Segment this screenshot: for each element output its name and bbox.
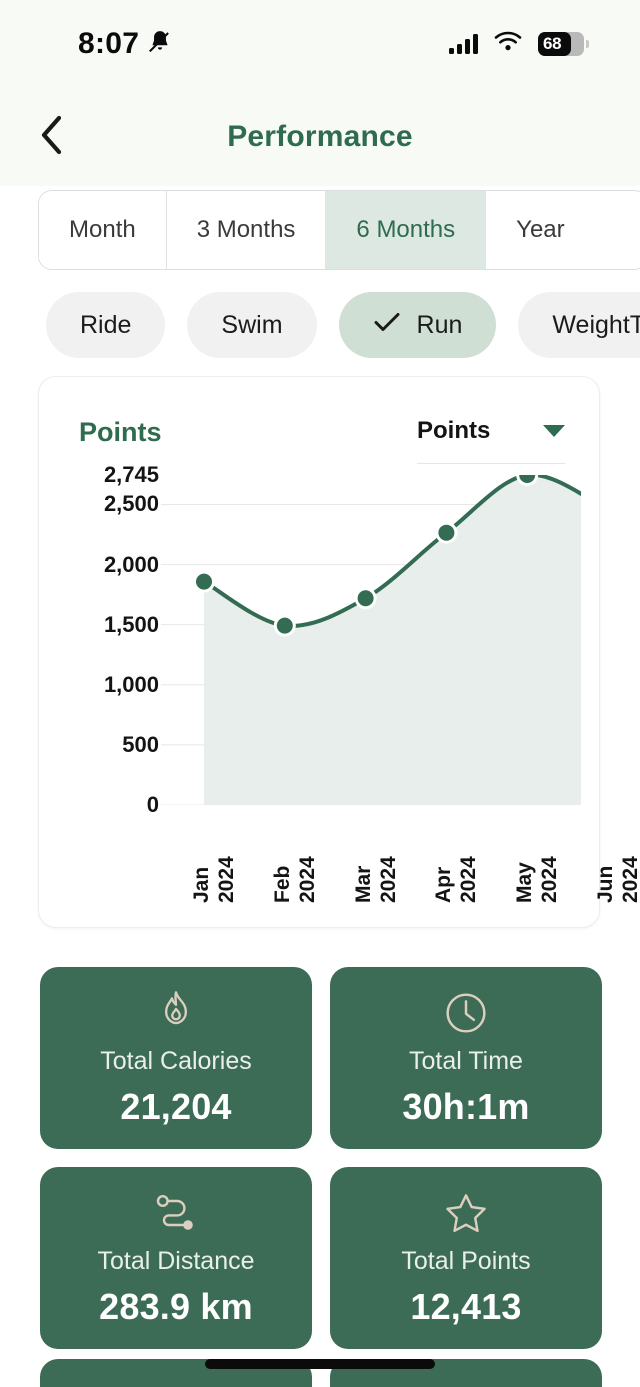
- stat-label: Total Calories: [100, 1046, 252, 1075]
- chart-canvas: [161, 464, 619, 810]
- stat-card-total-time[interactable]: Total Time 30h:1m: [330, 967, 602, 1149]
- y-axis-tick-label: 2,500: [103, 491, 159, 517]
- activity-chip-row: Ride Swim Run WeightTraini: [0, 292, 640, 358]
- stat-value: 30h:1m: [402, 1085, 530, 1127]
- data-point[interactable]: [196, 573, 212, 590]
- app-screen: 8:07 68 Performance Month 3 Months 6 Mon…: [0, 0, 640, 1387]
- route-icon: [152, 1189, 200, 1237]
- check-icon: [373, 311, 401, 340]
- chart-card-header: Points Points: [79, 417, 565, 464]
- chip-label: WeightTraini: [552, 310, 640, 339]
- period-tabs: Month 3 Months 6 Months Year: [0, 190, 640, 270]
- dropdown-underline: [417, 463, 565, 464]
- clock-icon: [444, 989, 488, 1037]
- chip-swim[interactable]: Swim: [187, 292, 317, 358]
- stat-card-total-calories[interactable]: Total Calories 21,204: [40, 967, 312, 1149]
- page-title: Performance: [227, 120, 413, 153]
- x-axis-tick-label: Jan 2024: [190, 856, 238, 903]
- y-axis-tick-label: 2,745: [103, 462, 159, 487]
- x-axis-tick-label: Feb 2024: [270, 856, 319, 903]
- tab-year[interactable]: Year: [486, 191, 595, 269]
- y-axis-tick-label: 2,000: [103, 551, 159, 577]
- y-axis-labels: 0 500 1,000 1,500 2,000 2,500 2,745: [39, 462, 159, 817]
- bell-slash-icon: [147, 29, 173, 60]
- tab-3-months[interactable]: 3 Months: [166, 191, 327, 269]
- stat-card-total-points[interactable]: Total Points 12,413: [330, 1167, 602, 1349]
- x-axis-tick-label: May 2024: [513, 856, 561, 903]
- stat-label: Total Time: [409, 1046, 523, 1075]
- status-bar-left: 8:07: [78, 27, 173, 61]
- metric-dropdown-value: Points: [417, 417, 491, 444]
- stat-value: 21,204: [120, 1085, 232, 1127]
- tab-month[interactable]: Month: [39, 191, 167, 269]
- y-axis-tick-label: 1,000: [103, 671, 159, 697]
- metric-dropdown[interactable]: Points: [417, 417, 565, 464]
- x-axis-labels: Jan 2024 Feb 2024 Mar 2024 Apr 2024 May 2024…: [161, 815, 640, 905]
- battery-icon: 68: [538, 32, 589, 56]
- home-indicator: [205, 1359, 435, 1369]
- status-bar-right: 68: [449, 31, 589, 57]
- nav-bar: Performance: [0, 88, 640, 186]
- stat-card-total-distance[interactable]: Total Distance 283.9 km: [40, 1167, 312, 1349]
- points-chart-card: Points Points 0 500 1,000 1,500 2,000 2,500 2,…: [38, 376, 640, 928]
- y-axis-tick-label: 500: [122, 731, 159, 757]
- stat-label: Total Distance: [97, 1246, 255, 1275]
- status-bar: 8:07 68: [0, 0, 640, 88]
- chip-label: Run: [416, 310, 463, 339]
- stat-value: 283.9 km: [99, 1285, 253, 1327]
- stat-label: Total Points: [401, 1246, 531, 1275]
- status-time: 8:07: [78, 27, 140, 60]
- x-axis-tick-label: Apr 2024: [432, 856, 481, 903]
- data-point[interactable]: [276, 617, 293, 634]
- data-point[interactable]: [357, 590, 374, 607]
- chart-title: Points: [79, 417, 162, 447]
- star-icon: [443, 1189, 489, 1237]
- stat-value: 12,413: [410, 1285, 522, 1327]
- x-axis-tick-label: Jun 2024: [594, 856, 640, 903]
- battery-percent: 68: [543, 34, 562, 53]
- chevron-left-icon: [38, 114, 66, 161]
- chip-ride[interactable]: Ride: [46, 292, 166, 358]
- tab-6-months[interactable]: 6 Months: [326, 191, 487, 269]
- chip-weighttraining[interactable]: WeightTraini: [518, 292, 640, 358]
- cellular-bars-icon: [449, 34, 478, 54]
- wifi-icon: [494, 31, 522, 57]
- chip-label: Swim: [221, 310, 283, 339]
- y-axis-tick-label: 0: [146, 792, 159, 817]
- data-point[interactable]: [438, 524, 455, 541]
- stat-card-grid: Total Calories 21,204 Total Time 30h:1m: [40, 967, 602, 1349]
- chart-plot-area: 0 500 1,000 1,500 2,000 2,500 2,745 Jan 2024 Fe…: [39, 462, 640, 903]
- back-button[interactable]: [30, 115, 74, 159]
- x-axis-tick-label: Mar 2024: [351, 856, 400, 903]
- chart-area-fill: [204, 474, 608, 805]
- chip-run[interactable]: Run: [338, 292, 497, 358]
- chevron-down-icon: [543, 425, 565, 437]
- y-axis-tick-label: 1,500: [103, 611, 159, 637]
- flame-icon: [156, 989, 196, 1037]
- chip-label: Ride: [80, 310, 132, 339]
